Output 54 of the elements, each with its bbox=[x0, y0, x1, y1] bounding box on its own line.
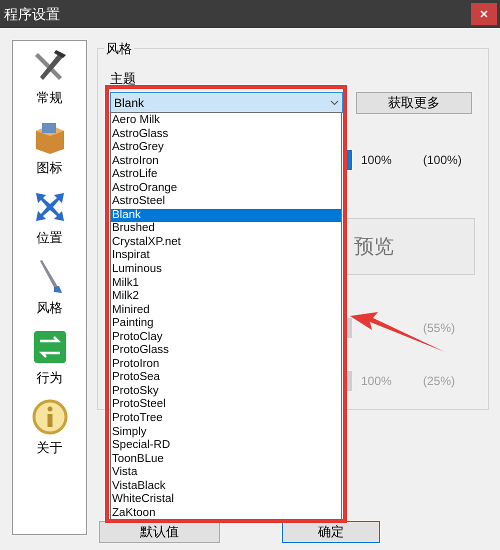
theme-option[interactable]: AstroSteel bbox=[111, 195, 341, 209]
theme-option[interactable]: Milk2 bbox=[111, 290, 341, 304]
sidebar-item[interactable]: 图标 bbox=[20, 117, 80, 183]
get-more-button[interactable]: 获取更多 bbox=[356, 92, 472, 114]
theme-option[interactable]: Inspirat bbox=[111, 249, 341, 264]
theme-option[interactable]: Luminous bbox=[111, 263, 341, 277]
theme-option[interactable]: ZaKtoon bbox=[111, 506, 341, 520]
theme-option[interactable]: AstroGlass bbox=[111, 128, 341, 142]
theme-option[interactable]: AstroOrange bbox=[111, 182, 341, 196]
window-title: 程序设置 bbox=[3, 4, 60, 24]
sidebar-item[interactable]: 关于 bbox=[20, 397, 80, 463]
theme-option[interactable]: Blank bbox=[111, 208, 341, 222]
theme-option[interactable]: WhiteCristal bbox=[111, 493, 341, 507]
theme-option[interactable]: Simply bbox=[111, 426, 341, 440]
sidebar-item[interactable]: 风格 bbox=[20, 257, 80, 323]
close-button[interactable] bbox=[471, 3, 497, 25]
chevron-down-icon bbox=[330, 100, 339, 106]
percent-text: (25%) bbox=[423, 372, 456, 390]
theme-option[interactable]: ProtoSea bbox=[111, 371, 341, 385]
ok-button[interactable]: 确定 bbox=[282, 521, 380, 543]
default-button[interactable]: 默认值 bbox=[99, 521, 220, 543]
value-text: 100% bbox=[361, 152, 393, 168]
info-icon bbox=[32, 399, 68, 435]
theme-option[interactable]: ProtoTree bbox=[111, 412, 341, 426]
preview-text: 预览 bbox=[354, 234, 394, 260]
theme-dropdown[interactable]: Blank bbox=[110, 92, 343, 113]
theme-option[interactable]: ProtoClay bbox=[111, 330, 341, 344]
theme-option[interactable]: CrystalXP.net bbox=[111, 236, 341, 250]
value-text: 100% bbox=[361, 372, 393, 390]
theme-option[interactable]: ProtoSteel bbox=[111, 398, 341, 412]
swap-arrows-icon bbox=[32, 329, 68, 365]
theme-option[interactable]: AstroIron bbox=[111, 154, 341, 168]
percent-text: (100%) bbox=[423, 152, 462, 168]
theme-option[interactable]: ToonBLue bbox=[111, 452, 341, 466]
theme-option[interactable]: Minired bbox=[111, 304, 341, 318]
theme-option[interactable]: ProtoIron bbox=[111, 358, 341, 372]
theme-option[interactable]: Brushed bbox=[111, 222, 341, 236]
theme-option[interactable]: Aero Milk bbox=[111, 114, 341, 128]
theme-option[interactable]: ProtoSky bbox=[111, 384, 341, 398]
theme-option[interactable]: AstroLife bbox=[111, 168, 341, 182]
theme-option[interactable]: VistaBlack bbox=[111, 480, 341, 494]
theme-option[interactable]: AstroGrey bbox=[111, 141, 341, 155]
theme-option[interactable]: Vista bbox=[111, 466, 341, 480]
percent-text: (55%) bbox=[423, 320, 456, 336]
theme-option[interactable]: Painting bbox=[111, 317, 341, 331]
slider-thumb[interactable] bbox=[347, 150, 352, 170]
close-icon bbox=[480, 10, 488, 18]
theme-option[interactable]: Special-RD bbox=[111, 439, 341, 453]
sidebar-item[interactable]: 常规 bbox=[20, 47, 80, 113]
theme-option[interactable]: Milk1 bbox=[111, 276, 341, 290]
sidebar-item[interactable]: 位置 bbox=[20, 187, 80, 253]
sidebar-item[interactable]: 行为 bbox=[20, 327, 80, 393]
theme-label: 主题 bbox=[110, 70, 137, 88]
theme-option[interactable]: ProtoGlass bbox=[111, 344, 341, 358]
